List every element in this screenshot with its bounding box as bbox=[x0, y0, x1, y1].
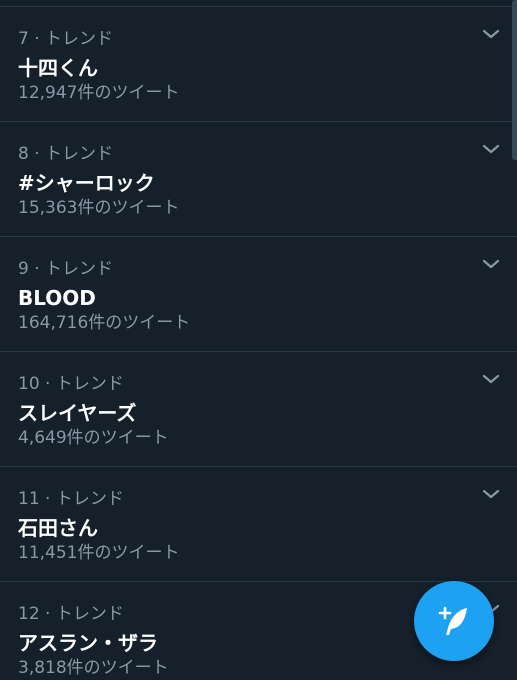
trend-rank: 7 bbox=[18, 29, 29, 49]
trend-name: 石田さん bbox=[18, 516, 98, 540]
trend-rank: 9 bbox=[18, 259, 29, 279]
trend-meta: 7 · トレンド bbox=[18, 29, 114, 49]
scrollbar[interactable] bbox=[512, 0, 517, 160]
trend-tweet-count: 15,363件のツイート bbox=[18, 198, 180, 218]
trend-meta: 8 · トレンド bbox=[18, 144, 114, 164]
trends-screen: 7 · トレンド 十四くん 12,947件のツイート 8 · トレンド #シャー… bbox=[0, 0, 517, 680]
compose-tweet-button[interactable] bbox=[414, 581, 494, 661]
trend-item[interactable]: 8 · トレンド #シャーロック 15,363件のツイート bbox=[0, 122, 517, 237]
trend-name: #シャーロック bbox=[18, 171, 155, 195]
trend-meta: 10 · トレンド bbox=[18, 374, 124, 394]
chevron-down-icon[interactable] bbox=[482, 372, 500, 386]
trend-tweet-count: 11,451件のツイート bbox=[18, 543, 180, 563]
trend-tweet-count: 164,716件のツイート bbox=[18, 313, 191, 333]
trend-category: トレンド bbox=[55, 604, 124, 624]
trend-list: 7 · トレンド 十四くん 12,947件のツイート 8 · トレンド #シャー… bbox=[0, 7, 517, 680]
trend-name: アスラン・ザラ bbox=[18, 631, 158, 655]
trend-rank: 10 bbox=[18, 374, 40, 394]
trend-tweet-count: 3,818件のツイート bbox=[18, 658, 169, 678]
trend-item[interactable]: 10 · トレンド スレイヤーズ 4,649件のツイート bbox=[0, 352, 517, 467]
trend-name: BLOOD bbox=[18, 286, 96, 310]
trend-category: トレンド bbox=[45, 259, 114, 279]
trend-rank: 11 bbox=[18, 489, 40, 509]
chevron-down-icon[interactable] bbox=[482, 142, 500, 156]
trend-item[interactable]: 9 · トレンド BLOOD 164,716件のツイート bbox=[0, 237, 517, 352]
trend-item[interactable]: 11 · トレンド 石田さん 11,451件のツイート bbox=[0, 467, 517, 582]
trend-category: トレンド bbox=[45, 29, 114, 49]
trend-name: 十四くん bbox=[18, 56, 98, 80]
trend-category: トレンド bbox=[45, 144, 114, 164]
chevron-down-icon[interactable] bbox=[482, 27, 500, 41]
trend-meta: 9 · トレンド bbox=[18, 259, 114, 279]
trend-meta: 12 · トレンド bbox=[18, 604, 124, 624]
compose-tweet-icon bbox=[434, 601, 474, 641]
trend-item[interactable]: 7 · トレンド 十四くん 12,947件のツイート bbox=[0, 7, 517, 122]
trend-category: トレンド bbox=[55, 489, 124, 509]
chevron-down-icon[interactable] bbox=[482, 257, 500, 271]
trend-rank: 8 bbox=[18, 144, 29, 164]
trend-tweet-count: 12,947件のツイート bbox=[18, 83, 180, 103]
trend-category: トレンド bbox=[55, 374, 124, 394]
trend-rank: 12 bbox=[18, 604, 40, 624]
trend-tweet-count: 4,649件のツイート bbox=[18, 428, 169, 448]
trend-name: スレイヤーズ bbox=[18, 401, 137, 425]
trend-meta: 11 · トレンド bbox=[18, 489, 124, 509]
chevron-down-icon[interactable] bbox=[482, 487, 500, 501]
